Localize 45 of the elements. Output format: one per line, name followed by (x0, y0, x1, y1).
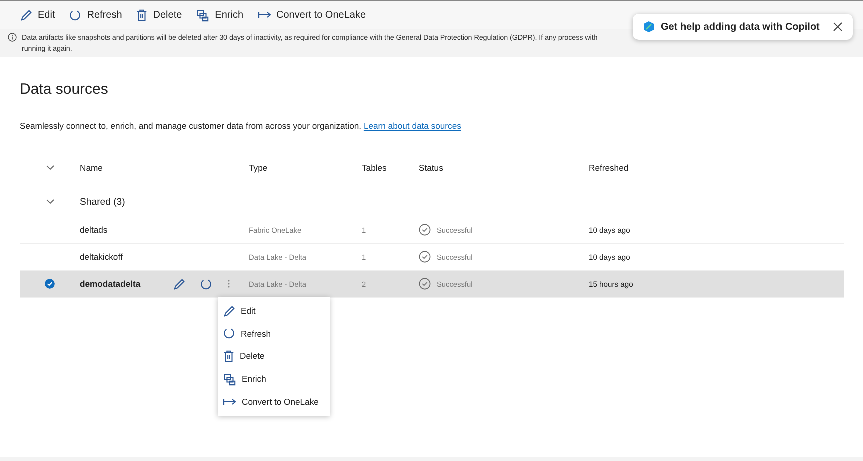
chevron-icon[interactable] (46, 199, 54, 205)
column-header[interactable]: Name (80, 163, 249, 173)
arrow-icon (258, 10, 272, 20)
pencil-icon (20, 8, 33, 22)
page-title: Data sources (20, 80, 110, 98)
layers-icon (196, 8, 210, 22)
trash-icon (136, 8, 148, 22)
name-cell: deltakickoff (80, 252, 123, 262)
close-icon[interactable] (833, 22, 843, 32)
refresh-icon (69, 8, 82, 22)
menu-item[interactable]: Refresh (218, 322, 330, 346)
menu-item[interactable]: Enrich (218, 368, 330, 390)
more-icon[interactable] (227, 279, 231, 289)
description-text: Seamlessly connect to, enrich, and manage customer data from across your organization. Learn about data sources (20, 121, 462, 131)
copilot-icon (643, 21, 655, 33)
info-icon (8, 33, 17, 42)
pencil-icon (173, 278, 186, 290)
refresh-icon (223, 327, 236, 340)
checkmark-icon[interactable] (45, 279, 55, 289)
check-circle-icon (419, 251, 431, 263)
layers-icon (223, 372, 237, 386)
toolbar-button[interactable]: Enrich (196, 8, 244, 22)
chevron-icon[interactable] (46, 165, 54, 171)
check-circle-icon (419, 278, 431, 290)
check-circle-icon (419, 224, 431, 236)
menu-item[interactable]: Convert to OneLake (218, 390, 330, 413)
pencil-icon (223, 304, 236, 318)
name-cell: demodatadelta (80, 279, 141, 289)
menu-item[interactable]: Delete (218, 345, 330, 368)
group-label: Shared (3) (80, 196, 126, 208)
toolbar-button[interactable]: Convert to OneLake (258, 10, 366, 20)
toolbar-button[interactable]: Edit (20, 8, 56, 22)
refresh-icon (200, 278, 213, 290)
column-header[interactable]: Refreshed (589, 163, 844, 173)
menu-item[interactable]: Edit (218, 300, 330, 323)
name-cell: deltads (80, 225, 108, 235)
arrow-icon (223, 396, 237, 407)
toolbar-button[interactable]: Refresh (69, 8, 122, 22)
column-header[interactable]: Status (419, 163, 589, 173)
column-header[interactable]: Tables (362, 163, 419, 173)
toolbar-button[interactable]: Delete (136, 8, 182, 22)
popup-text: Get help adding data with Copilot (661, 22, 821, 32)
trash-icon (223, 350, 235, 363)
learn-link[interactable]: Learn about data sources (364, 121, 462, 131)
column-header[interactable]: Type (249, 163, 362, 173)
